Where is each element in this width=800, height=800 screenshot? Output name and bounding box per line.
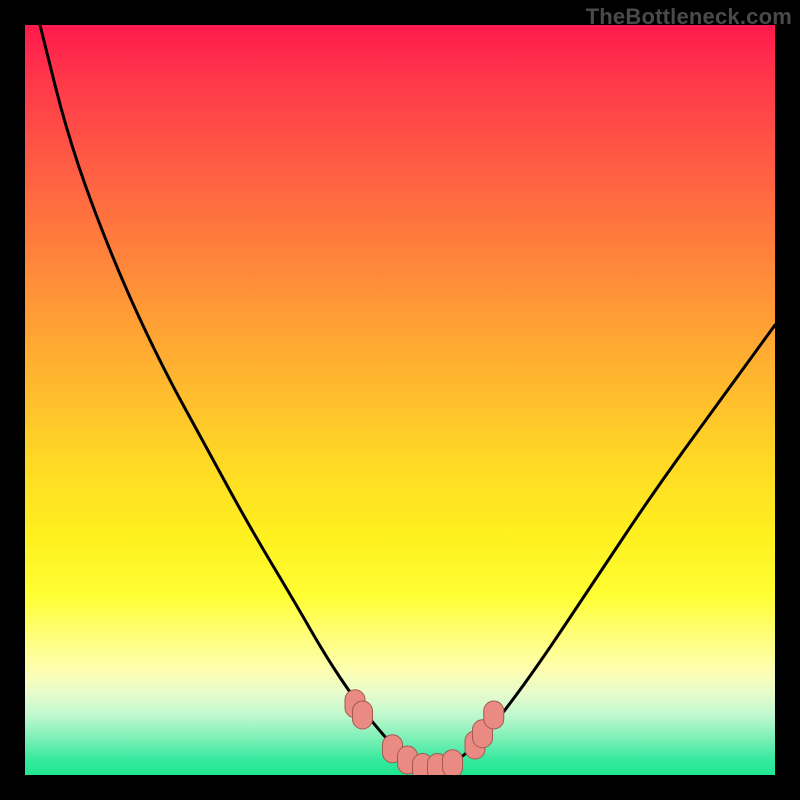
chart-markers bbox=[345, 690, 504, 775]
chart-curve bbox=[40, 25, 775, 768]
chart-marker bbox=[345, 690, 365, 718]
chart-marker bbox=[473, 720, 493, 748]
chart-marker bbox=[383, 735, 403, 763]
chart-svg bbox=[25, 25, 775, 775]
chart-marker bbox=[398, 746, 418, 774]
watermark-text: TheBottleneck.com bbox=[586, 4, 792, 30]
chart-plot-area bbox=[25, 25, 775, 775]
chart-marker bbox=[465, 731, 485, 759]
chart-marker bbox=[353, 701, 373, 729]
chart-marker bbox=[484, 701, 504, 729]
chart-frame: TheBottleneck.com bbox=[0, 0, 800, 800]
chart-marker bbox=[443, 750, 463, 775]
chart-marker bbox=[428, 754, 448, 776]
chart-marker bbox=[413, 754, 433, 776]
